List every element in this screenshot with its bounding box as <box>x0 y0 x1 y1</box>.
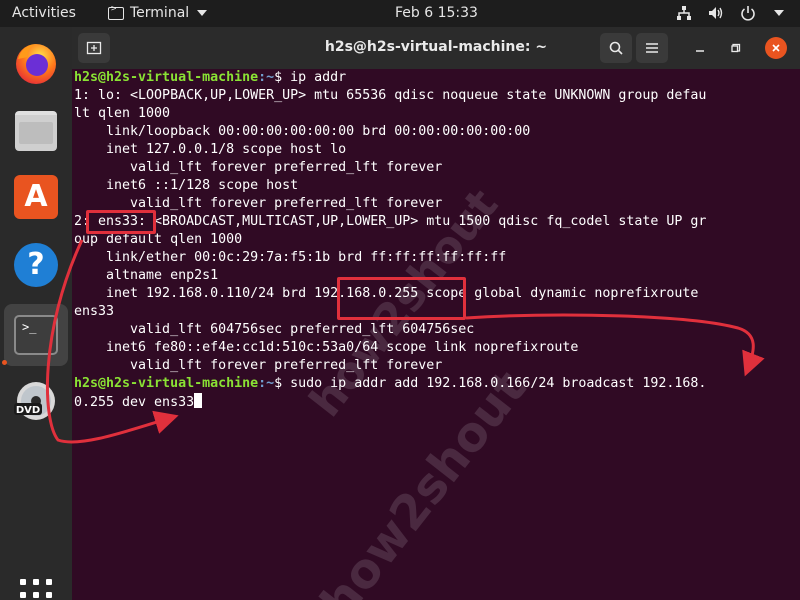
dock: A ? >_ DVD <box>0 27 72 600</box>
dock-item-dvd[interactable]: DVD <box>10 375 62 427</box>
menu-button[interactable] <box>636 33 668 63</box>
command-text: 0.255 dev ens33 <box>74 395 195 410</box>
search-icon <box>609 41 623 55</box>
terminal-line: valid_lft forever preferred_lft forever <box>74 358 443 373</box>
terminal-line: 0.255 dev ens33 <box>74 393 798 411</box>
prompt-user-host: h2s@h2s-virtual-machine <box>74 376 259 391</box>
terminal-line: inet6 ::1/128 scope host <box>74 178 299 193</box>
hamburger-menu-icon <box>646 43 658 53</box>
terminal-line: 1: lo: <LOOPBACK,UP,LOWER_UP> mtu 65536 … <box>74 88 707 103</box>
maximize-icon <box>731 43 741 53</box>
maximize-button[interactable] <box>726 38 746 58</box>
terminal-line: inet 127.0.0.1/8 scope host lo <box>74 142 347 157</box>
terminal-line: valid_lft 604756sec preferred_lft 604756… <box>74 322 475 337</box>
terminal-line: h2s@h2s-virtual-machine:~$ sudo ip addr … <box>74 375 798 393</box>
dock-item-help[interactable]: ? <box>10 239 62 291</box>
network-icon[interactable] <box>676 5 692 21</box>
terminal-line: h2s@h2s-virtual-machine:~$ ip addr <box>74 69 798 87</box>
dock-item-terminal[interactable]: >_ <box>4 304 68 366</box>
top-bar: Activities Terminal Feb 6 15:33 <box>0 0 800 27</box>
dvd-icon: DVD <box>14 382 55 420</box>
chevron-down-icon[interactable] <box>774 10 784 16</box>
prompt-user-host: h2s@h2s-virtual-machine <box>74 70 259 85</box>
close-icon <box>772 44 780 52</box>
prompt-path: :~ <box>258 70 275 85</box>
text-cursor <box>194 393 203 408</box>
show-applications-button[interactable] <box>20 579 52 600</box>
command-text: $ ip addr <box>274 70 347 85</box>
terminal-line: inet6 fe80::ef4e:cc1d:510c:53a0/64 scope… <box>74 340 579 355</box>
prompt-path: :~ <box>258 376 275 391</box>
files-icon <box>15 111 57 151</box>
minimize-icon <box>696 50 704 52</box>
terminal-line: valid_lft forever preferred_lft forever <box>74 196 443 211</box>
dock-item-files[interactable] <box>10 105 62 157</box>
power-icon[interactable] <box>740 5 756 21</box>
terminal-icon: >_ <box>14 315 58 355</box>
dock-item-software[interactable]: A <box>10 171 62 223</box>
dvd-label: DVD <box>16 405 40 416</box>
interface-name-highlight <box>86 210 156 234</box>
search-button[interactable] <box>600 33 632 63</box>
firefox-icon <box>16 44 56 84</box>
help-icon: ? <box>14 243 58 287</box>
running-indicator <box>2 360 7 365</box>
terminal-line: lt qlen 1000 <box>74 106 171 121</box>
window-titlebar[interactable]: h2s@h2s-virtual-machine: ~ <box>72 27 800 69</box>
minimize-button[interactable] <box>690 38 710 58</box>
terminal-line: valid_lft forever preferred_lft forever <box>74 160 443 175</box>
software-store-icon: A <box>14 175 58 219</box>
system-tray[interactable] <box>676 5 784 21</box>
broadcast-address-highlight <box>337 277 466 320</box>
volume-icon[interactable] <box>708 5 724 21</box>
dock-item-firefox[interactable] <box>10 37 62 89</box>
terminal-line: link/loopback 00:00:00:00:00:00 brd 00:0… <box>74 124 531 139</box>
close-button[interactable] <box>765 37 787 59</box>
